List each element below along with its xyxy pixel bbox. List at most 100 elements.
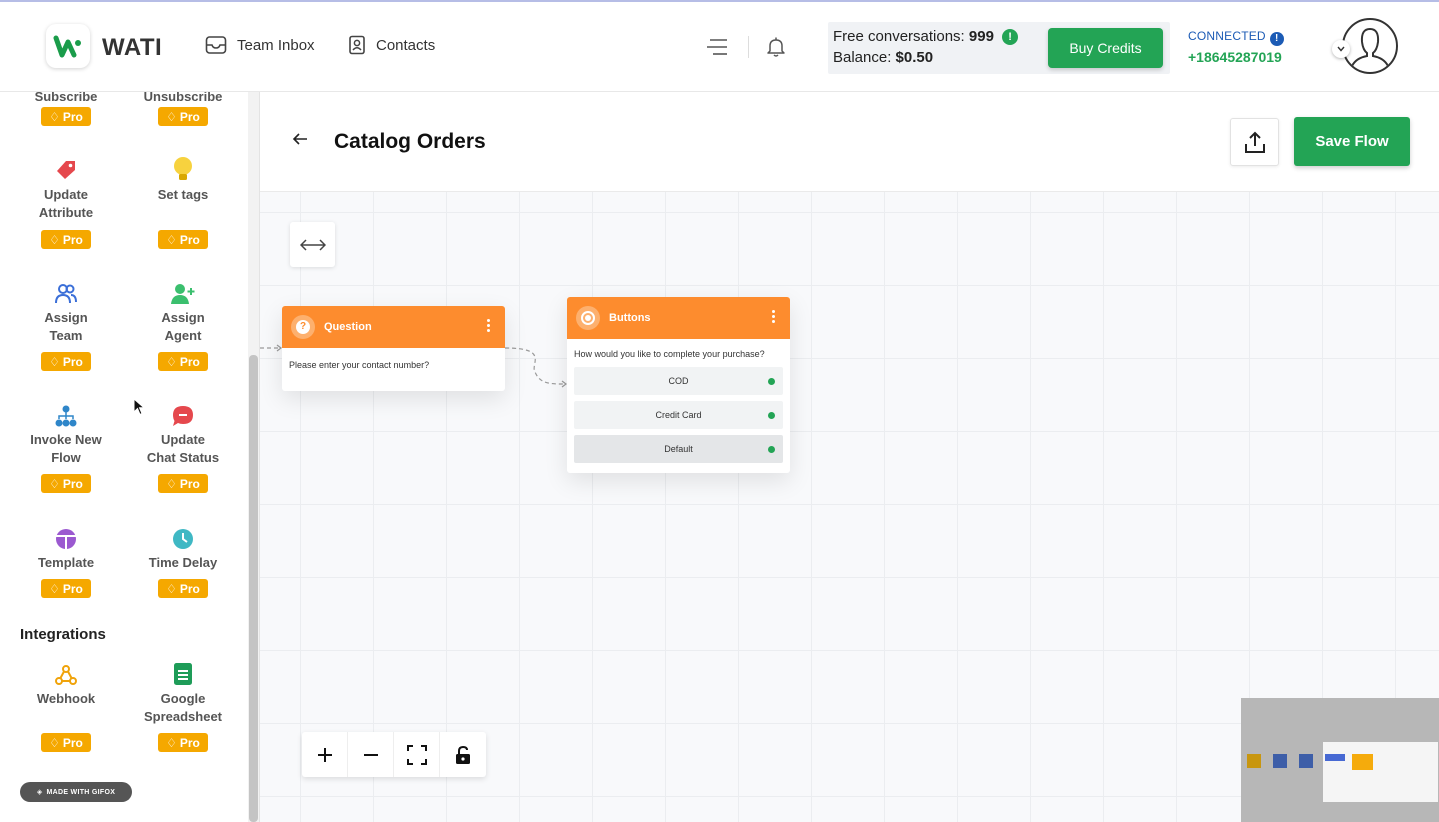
diamond-icon: ♢ — [49, 109, 60, 124]
pro-badge: ♢ Pro — [158, 733, 208, 752]
flow-canvas[interactable]: ? Question Please enter your contact num… — [260, 192, 1439, 822]
minus-icon — [363, 753, 378, 756]
sidebar-item-webhook[interactable]: Webhook — [16, 660, 116, 708]
sidebar-item-label: Subscribe — [34, 92, 98, 104]
connector-handle[interactable] — [768, 446, 775, 453]
sidebar-item-set-tags[interactable]: Set tags — [133, 156, 233, 204]
question-icon: ? — [291, 315, 315, 339]
pro-badge-label: Pro — [62, 232, 83, 247]
diamond-icon: ♢ — [49, 735, 60, 750]
balance-value: $0.50 — [895, 49, 934, 66]
connection-info-icon[interactable]: ! — [1269, 32, 1284, 46]
sidebar-item-label: Chat Status — [146, 450, 220, 465]
save-flow-button[interactable]: Save Flow — [1294, 117, 1410, 166]
diamond-icon: ♢ — [166, 735, 177, 750]
pro-badge-label: Pro — [62, 109, 83, 124]
minimap-node — [1247, 754, 1261, 768]
plus-icon — [317, 747, 332, 762]
node-menu-icon[interactable] — [772, 310, 776, 325]
sidebar-item-template[interactable]: Template — [16, 524, 116, 572]
chat-status-icon — [173, 406, 193, 426]
minimap-node — [1352, 754, 1373, 770]
sidebar-item-update-attribute[interactable]: Update Attribute — [16, 156, 116, 222]
sidebar-item-invoke-new-flow[interactable]: Invoke New Flow — [16, 401, 116, 467]
free-conversations: Free conversations: 999 ! — [833, 28, 1019, 45]
sidebar-item-subscribe[interactable]: Subscribe — [16, 92, 116, 106]
export-button[interactable] — [1230, 118, 1279, 166]
sidebar-scrollbar-thumb[interactable] — [249, 355, 258, 822]
buy-credits-button[interactable]: Buy Credits — [1048, 28, 1163, 68]
node-palette-sidebar: Subscribe Unsubscribe ♢ Pro ♢ Pro Update At… — [0, 92, 259, 822]
sidebar-item-label: Update — [160, 432, 206, 447]
sidebar-item-assign-team[interactable]: Assign Team — [16, 279, 116, 345]
zoom-out-button[interactable] — [348, 732, 394, 777]
sidebar-item-label: Attribute — [38, 205, 94, 220]
lightbulb-icon — [174, 157, 192, 180]
diamond-icon: ♢ — [166, 232, 177, 247]
diamond-icon: ♢ — [166, 476, 177, 491]
team-icon — [55, 284, 77, 304]
sidebar-item-assign-agent[interactable]: Assign Agent — [133, 279, 233, 345]
pro-badge-label: Pro — [179, 581, 200, 596]
diamond-icon: ♢ — [49, 354, 60, 369]
back-arrow-icon[interactable] — [292, 132, 308, 151]
connector-handle[interactable] — [768, 412, 775, 419]
minimap-node — [1273, 754, 1287, 768]
free-conversations-label: Free conversations: — [833, 28, 965, 45]
menu-toggle-icon[interactable] — [706, 38, 728, 61]
pro-badge-label: Pro — [179, 476, 200, 491]
connected-phone-number: +18645287019 — [1188, 49, 1282, 65]
minimap-viewport[interactable] — [1323, 742, 1438, 802]
choice-label: Default — [664, 444, 693, 454]
connector-handle[interactable] — [768, 378, 775, 385]
fit-width-button[interactable] — [290, 222, 335, 267]
nav-contacts[interactable]: Contacts — [348, 35, 435, 55]
connection-status: CONNECTED! — [1188, 29, 1284, 46]
notification-bell-icon[interactable] — [766, 36, 786, 63]
diamond-icon: ♢ — [166, 354, 177, 369]
template-icon — [56, 529, 76, 549]
spreadsheet-icon — [174, 663, 192, 685]
question-node-title: Question — [324, 321, 372, 333]
sidebar-item-label: Spreadsheet — [143, 709, 223, 724]
pro-badge-label: Pro — [62, 354, 83, 369]
node-menu-icon[interactable] — [487, 319, 491, 334]
buttons-node-title: Buttons — [609, 312, 651, 324]
balance-label: Balance: — [833, 49, 892, 66]
question-node[interactable]: ? Question Please enter your contact num… — [282, 306, 505, 391]
lock-button[interactable] — [440, 732, 486, 777]
sidebar-item-time-delay[interactable]: Time Delay — [133, 524, 233, 572]
choice-cod[interactable]: COD — [574, 367, 783, 395]
chevron-down-icon[interactable] — [1332, 40, 1350, 58]
minimap[interactable] — [1241, 698, 1439, 822]
buttons-node[interactable]: Buttons How would you like to complete y… — [567, 297, 790, 473]
question-node-text: Please enter your contact number? — [289, 360, 430, 370]
minimap-node — [1325, 754, 1345, 761]
fit-view-button[interactable] — [394, 732, 440, 777]
pro-badge: ♢ Pro — [41, 352, 91, 371]
sidebar-item-label: Team — [49, 328, 83, 343]
nav-team-inbox[interactable]: Team Inbox — [205, 35, 315, 55]
credits-panel: Free conversations: 999 ! Balance: $0.50… — [828, 22, 1170, 74]
radio-button-icon — [576, 306, 600, 330]
pro-badge-label: Pro — [179, 232, 200, 247]
question-node-header: ? Question — [282, 306, 505, 348]
wati-logo[interactable] — [46, 24, 90, 68]
sidebar-item-google-spreadsheet[interactable]: Google Spreadsheet — [133, 660, 233, 726]
fox-logo-icon: ◈ — [36, 789, 43, 796]
free-conversations-info-icon[interactable]: ! — [1002, 29, 1019, 45]
choice-credit-card[interactable]: Credit Card — [574, 401, 783, 429]
choice-label: COD — [668, 376, 689, 386]
minimap-node — [1299, 754, 1313, 768]
choice-default[interactable]: Default — [574, 435, 783, 463]
sidebar-item-update-chat-status[interactable]: Update Chat Status — [133, 401, 233, 467]
integrations-heading: Integrations — [20, 626, 106, 643]
zoom-in-button[interactable] — [302, 732, 348, 777]
webhook-icon — [55, 665, 77, 685]
balance: Balance: $0.50 — [833, 49, 933, 66]
header-divider — [748, 36, 749, 58]
sidebar-item-label: Invoke New — [30, 432, 102, 447]
sidebar-item-unsubscribe[interactable]: Unsubscribe — [133, 92, 233, 106]
flow-editor: Catalog Orders Save Flow ? Question Plea… — [259, 92, 1439, 822]
user-avatar[interactable] — [1342, 18, 1398, 74]
